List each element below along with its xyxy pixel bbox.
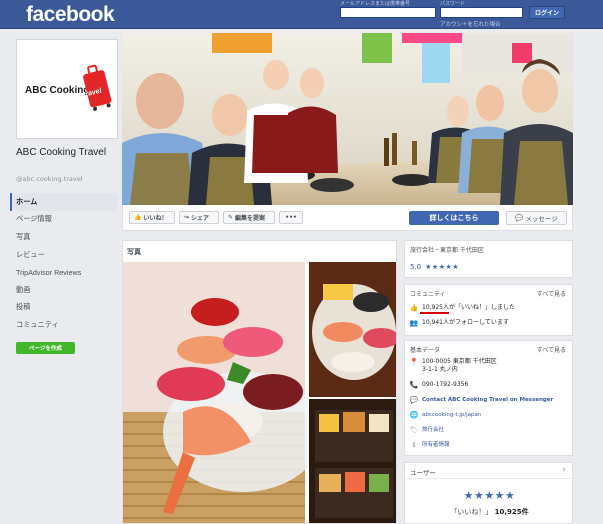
profile-picture[interactable]: ABC Cooking travel — [16, 39, 118, 139]
users-card: ユーザー › ★★★★★ 「いいね！」 10,925件 — [404, 462, 574, 524]
basic-data-card: 基本データ すべて見る 📍 100-0005 東京都 千代田区 3-1-1 丸ノ… — [404, 340, 573, 456]
tag-icon: 🏷 — [409, 426, 419, 434]
photos-section: 写真 — [122, 240, 397, 524]
sidebar-item-posts[interactable]: 投稿 — [10, 299, 118, 317]
phone-row: 📞 090-1792-9356 — [409, 381, 469, 389]
sidebar-item-community[interactable]: コミュニティ — [10, 316, 118, 334]
sidebar-item-videos[interactable]: 動画 — [10, 281, 118, 299]
like-label: いいね！ — [143, 215, 168, 222]
sushi-photos[interactable] — [123, 262, 397, 524]
users-likes-line: 「いいね！」 10,925件 — [405, 507, 574, 517]
learn-more-button[interactable]: 詳しくはこちら — [409, 211, 499, 225]
address-row: 📍 100-0005 東京都 千代田区 3-1-1 丸ノ内 — [410, 358, 497, 374]
messenger-row: 💬 Contact ABC Cooking Travel on Messenge… — [409, 396, 554, 404]
sidebar-item-photos[interactable]: 写真 — [10, 228, 118, 246]
page-action-bar: 👍 いいね！ ↪ シェア ✎ 編集を提案 ••• 詳しくはこちら 💬 メッセージ — [122, 205, 573, 231]
sidebar-item-home[interactable]: ホーム — [10, 193, 118, 211]
sidebar-item-tripadvisor[interactable]: TripAdvisor Reviews — [10, 263, 118, 281]
address[interactable]: 100-0005 東京都 千代田区 3-1-1 丸ノ内 — [422, 358, 497, 374]
basic-data-title: 基本データ — [410, 347, 441, 354]
facebook-logo[interactable]: facebook — [26, 3, 115, 27]
followers-icon: 👥 — [409, 319, 419, 327]
globe-icon: 🌐 — [409, 411, 419, 419]
info-card: 旅行会社・東京都 千代田区 5.0 ★★★★★ — [404, 240, 573, 278]
sidebar-item-reviews[interactable]: レビュー — [10, 246, 118, 264]
community-title: コミュニティ — [410, 291, 446, 298]
followers-row: 👥 10,941人がフォローしています — [410, 319, 509, 327]
basic-data-see-all-link[interactable]: すべて見る — [537, 345, 566, 354]
info-icon: ℹ — [412, 441, 416, 449]
rating-value: 5.0 — [410, 263, 422, 271]
category-row: 旅行会社・東京都 千代田区 — [410, 247, 484, 255]
chevron-right-icon[interactable]: › — [562, 465, 566, 475]
rating-row[interactable]: 5.0 ★★★★★ — [410, 263, 459, 271]
users-likes-label: 「いいね！」 — [450, 508, 493, 516]
likes-text: 人が「いいね！」しました — [443, 304, 516, 311]
users-likes-count[interactable]: 10,925件 — [495, 508, 529, 516]
website-link[interactable]: abccooking-t.jp/japan — [422, 411, 481, 419]
suggest-edits-label: 編集を提案 — [235, 215, 266, 222]
pencil-icon: ✎ — [228, 214, 234, 221]
sidebar-nav: ホーム ページ情報 写真 レビュー TripAdvisor Reviews 動画… — [10, 193, 118, 334]
more-options-button[interactable]: ••• — [279, 211, 303, 224]
forgot-account-link[interactable]: アカウントを忘れた場合 — [440, 20, 501, 28]
share-button[interactable]: ↪ シェア — [179, 211, 219, 224]
likes-count[interactable]: 10,925 — [420, 304, 449, 314]
send-message-label: メッセージ — [525, 215, 558, 223]
likes-underline — [420, 312, 449, 314]
logo-text: ABC Cooking — [25, 85, 89, 96]
users-divider — [405, 478, 574, 479]
share-icon: ↪ — [184, 214, 190, 221]
sidebar-item-about[interactable]: ページ情報 — [10, 211, 118, 229]
photos-title[interactable]: 写真 — [123, 241, 396, 262]
password-label: パスワード — [440, 1, 466, 7]
followers-text: 10,941人がフォローしています — [422, 319, 509, 326]
email-input[interactable] — [340, 7, 436, 18]
share-label: シェア — [191, 215, 210, 222]
suggest-edits-button[interactable]: ✎ 編集を提案 — [223, 211, 275, 224]
login-button[interactable]: ログイン — [529, 6, 565, 19]
rating-stars: ★★★★★ — [425, 263, 460, 271]
cover-photo[interactable] — [122, 33, 573, 205]
create-page-button[interactable]: ページを作成 — [16, 342, 75, 354]
abc-cooking-travel-logo: ABC Cooking travel — [25, 64, 112, 111]
owner-info-link[interactable]: 所有者情報 — [422, 441, 450, 449]
like-button[interactable]: 👍 いいね！ — [129, 211, 175, 224]
page-name[interactable]: ABC Cooking Travel — [16, 147, 116, 160]
owner-info-row: ℹ 所有者情報 — [410, 441, 450, 449]
top-navigation-bar: facebook メールアドレスまたは携帯番号 パスワード アカウントを忘れた場… — [0, 0, 603, 29]
messenger-link[interactable]: Contact ABC Cooking Travel on Messenger — [422, 396, 553, 404]
messenger-icon: 💬 — [409, 396, 419, 404]
phone-icon: 📞 — [409, 381, 419, 389]
category-info-row: 🏷 旅行会社 — [410, 426, 444, 434]
send-message-button[interactable]: 💬 メッセージ — [506, 211, 567, 225]
community-card: コミュニティ すべて見る 👍 10,925 人が「いいね！」しました 👥 10,9… — [404, 284, 573, 336]
likes-row: 👍 10,925 人が「いいね！」しました — [409, 304, 516, 314]
messenger-icon: 💬 — [515, 214, 524, 222]
address-line1: 100-0005 東京都 千代田区 — [422, 358, 497, 365]
map-pin-icon: 📍 — [409, 358, 419, 366]
address-line2: 3-1-1 丸ノ内 — [422, 366, 458, 373]
password-input[interactable] — [440, 7, 523, 18]
email-label: メールアドレスまたは携帯番号 — [340, 1, 411, 7]
community-see-all-link[interactable]: すべて見る — [537, 289, 566, 298]
photo-grid — [123, 262, 397, 524]
thumbs-up-icon: 👍 — [134, 214, 142, 221]
users-stars: ★★★★★ — [463, 489, 516, 502]
category-link[interactable]: 旅行会社 — [422, 426, 444, 434]
website-row: 🌐 abccooking-t.jp/japan — [409, 411, 482, 419]
cover-photo-image — [122, 33, 573, 205]
page-handle[interactable]: @abc.cooking.travel — [16, 175, 83, 183]
likes-line: 10,925 人が「いいね！」しました — [420, 304, 516, 314]
category-text[interactable]: 旅行会社・東京都 千代田区 — [410, 247, 484, 255]
phone-number[interactable]: 090-1792-9356 — [422, 381, 468, 389]
thumbs-up-icon: 👍 — [409, 304, 419, 312]
users-title[interactable]: ユーザー — [410, 467, 436, 477]
